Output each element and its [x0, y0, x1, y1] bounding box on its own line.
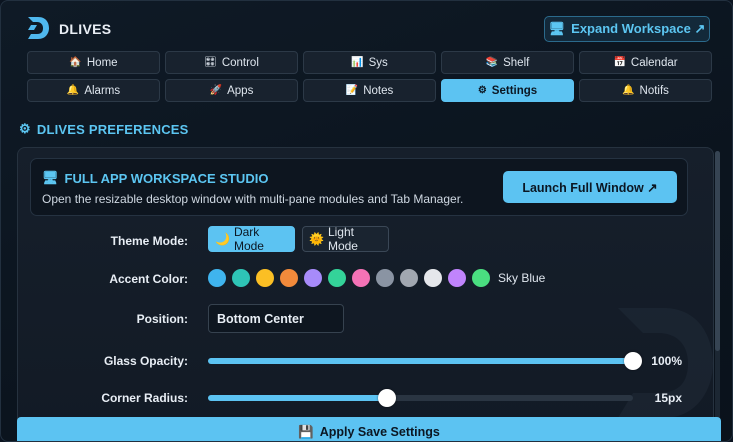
tab-control-icon: 🎛: [204, 56, 217, 68]
dlives-logo-icon: [28, 17, 49, 39]
tab-label: Notifs: [639, 84, 669, 97]
monitor-icon: 🖥: [42, 170, 59, 185]
panel-scrollbar[interactable]: [715, 151, 720, 441]
light-mode-button[interactable]: 🌞 Light Mode: [302, 225, 389, 253]
tab-home[interactable]: 🏠 Home: [27, 51, 160, 74]
save-icon: 💾: [298, 424, 314, 439]
expand-workspace-button[interactable]: 🖥 Expand Workspace ↗: [544, 16, 710, 42]
accent-swatch[interactable]: [448, 269, 466, 287]
tab-sys-icon: 📊: [351, 56, 364, 68]
tab-bar: 🏠 Home 🎛 Control 📊 Sys 📚 Shelf 📅 Calendar 🔔 Alarms 🚀…: [27, 51, 712, 102]
tab-label: Shelf: [503, 56, 530, 69]
tab-label: Apps: [227, 84, 254, 97]
tab-shelf[interactable]: 📚 Shelf: [441, 51, 574, 74]
tab-notifs-icon: 🔔: [622, 84, 635, 96]
tab-label: Control: [221, 56, 259, 69]
studio-title: FULL APP WORKSPACE STUDIO: [64, 170, 269, 186]
position-label: Position:: [136, 312, 188, 326]
accent-swatch[interactable]: [400, 269, 418, 287]
studio-title-row: 🖥 FULL APP WORKSPACE STUDIO: [42, 170, 268, 186]
preferences-panel: 🖥 FULL APP WORKSPACE STUDIO Open the res…: [17, 147, 714, 441]
accent-swatch[interactable]: [280, 269, 298, 287]
tab-settings[interactable]: ⚙ Settings: [441, 79, 574, 102]
section-title: DLIVES PREFERENCES: [36, 121, 189, 137]
tab-notes-icon: 📝: [345, 84, 359, 96]
dark-mode-button[interactable]: 🌙 Dark Mode: [208, 225, 295, 253]
tab-calendar-icon: 📅: [613, 56, 626, 68]
tab-label: Notes: [363, 84, 394, 97]
tab-notes[interactable]: 📝 Notes: [303, 79, 436, 102]
glass-opacity-slider[interactable]: [208, 352, 642, 370]
tab-apps[interactable]: 🚀 Apps: [165, 79, 298, 102]
scrollbar-thumb[interactable]: [715, 151, 720, 351]
theme-mode-label: Theme Mode:: [110, 234, 188, 248]
slider-fill: [208, 358, 633, 364]
accent-swatches: Sky Blue: [208, 269, 545, 287]
tab-alarms[interactable]: 🔔 Alarms: [27, 79, 160, 102]
sun-icon: 🌞: [309, 232, 324, 246]
glass-opacity-value: 100%: [651, 354, 682, 368]
accent-swatch[interactable]: [352, 269, 370, 287]
tab-label: Alarms: [84, 84, 121, 97]
accent-swatch[interactable]: [328, 269, 346, 287]
corner-radius-label: Corner Radius:: [101, 391, 188, 405]
accent-swatch[interactable]: [304, 269, 322, 287]
slider-thumb[interactable]: [377, 389, 396, 407]
workspace-studio-card: 🖥 FULL APP WORKSPACE STUDIO Open the res…: [30, 158, 688, 216]
monitor-icon: 🖥: [548, 21, 566, 36]
tab-settings-icon: ⚙: [477, 84, 487, 96]
tab-alarms-icon: 🔔: [66, 84, 80, 96]
accent-swatch[interactable]: [376, 269, 394, 287]
apply-save-settings-button[interactable]: 💾 Apply Save Settings: [17, 417, 721, 441]
position-select[interactable]: Bottom Center: [208, 304, 344, 333]
tab-label: Home: [86, 56, 118, 69]
tab-shelf-icon: 📚: [485, 56, 499, 68]
studio-description: Open the resizable desktop window with m…: [42, 192, 464, 206]
corner-radius-slider[interactable]: [208, 389, 633, 407]
tab-label: Sys: [368, 56, 388, 69]
app-window: DLIVES 🖥 Expand Workspace ↗ 🏠 Home 🎛 Contro…: [0, 0, 733, 442]
tab-notifs[interactable]: 🔔 Notifs: [579, 79, 712, 102]
accent-swatch[interactable]: [424, 269, 442, 287]
expand-workspace-label: Expand Workspace ↗: [571, 21, 706, 36]
apply-label: Apply Save Settings: [319, 425, 440, 439]
app-title: DLIVES: [59, 21, 112, 37]
corner-radius-value: 15px: [654, 391, 682, 405]
tab-apps-icon: 🚀: [209, 84, 223, 96]
glass-opacity-label: Glass Opacity:: [103, 354, 188, 368]
accent-color-label: Accent Color:: [109, 272, 188, 286]
slider-fill: [208, 395, 387, 401]
accent-swatch[interactable]: [232, 269, 250, 287]
accent-swatch[interactable]: [472, 269, 490, 287]
tab-label: Settings: [491, 84, 538, 97]
tab-sys[interactable]: 📊 Sys: [303, 51, 436, 74]
accent-swatch[interactable]: [256, 269, 274, 287]
tab-home-icon: 🏠: [69, 56, 82, 68]
accent-swatch[interactable]: [208, 269, 226, 287]
tab-control[interactable]: 🎛 Control: [165, 51, 298, 74]
accent-selected-name: Sky Blue: [498, 271, 546, 285]
section-header: ⚙ DLIVES PREFERENCES: [19, 121, 189, 137]
light-mode-label: Light Mode: [327, 225, 358, 253]
moon-icon: 🌙: [215, 232, 230, 246]
tab-calendar[interactable]: 📅 Calendar: [579, 51, 712, 74]
tab-label: Calendar: [630, 56, 678, 69]
gear-icon: ⚙: [19, 121, 31, 136]
launch-full-window-button[interactable]: Launch Full Window ↗: [503, 171, 677, 203]
dark-mode-label: Dark Mode: [233, 225, 264, 253]
